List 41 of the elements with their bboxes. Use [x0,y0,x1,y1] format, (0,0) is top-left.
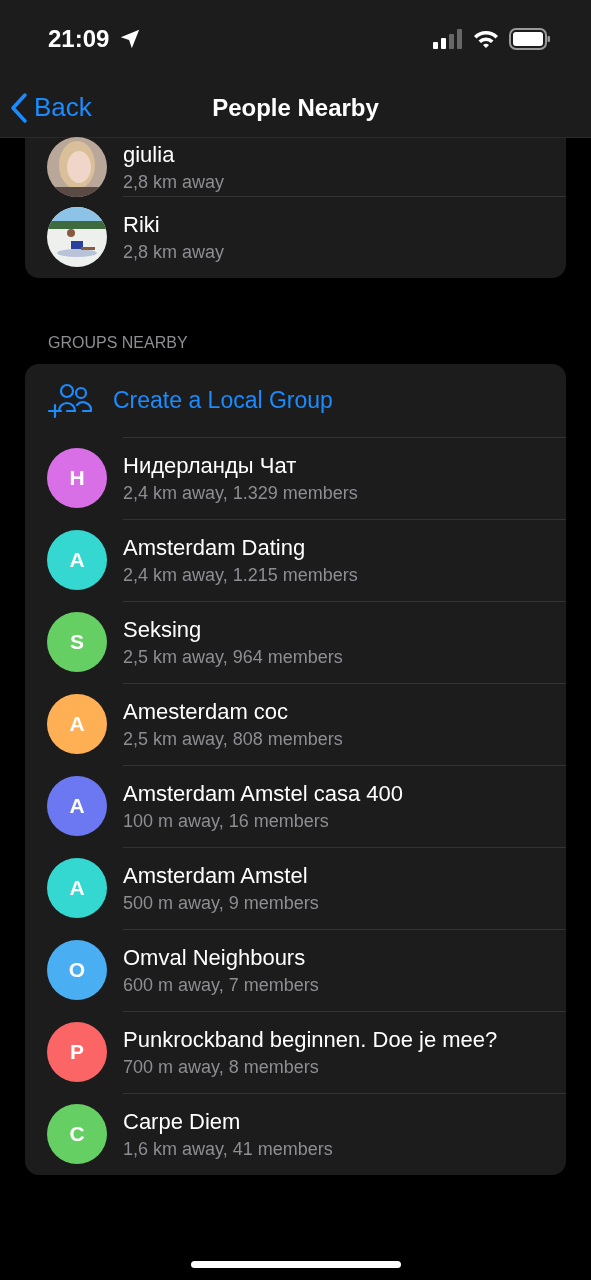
group-avatar: A [47,530,107,590]
group-info: 2,5 km away, 808 members [123,729,344,750]
group-avatar: O [47,940,107,1000]
person-name: giulia [123,141,176,168]
location-arrow-icon [119,28,142,50]
chevron-left-icon [10,91,28,124]
battery-icon [509,28,551,50]
group-name[interactable]: Amsterdam Dating [123,535,566,561]
group-info: 500 m away, 9 members [123,893,320,914]
group-avatar: C [47,1104,107,1164]
group-name[interactable]: Seksing [123,617,566,643]
group-avatar: A [47,694,107,754]
group-name[interactable]: Amesterdam coc [123,699,566,725]
person-name: Riki [123,212,161,238]
section-header: GROUPS NEARBY [48,334,189,352]
person-distance: 2,8 km away [123,171,226,193]
group-name[interactable]: Amsterdam Amstel casa 400 [123,781,566,807]
signal-icon [433,29,463,49]
group-info: 2,4 km away, 1.215 members [123,565,359,586]
create-group-link[interactable]: Create a Local Group [113,387,333,414]
screen-title: People Nearby [212,93,379,122]
back-button[interactable]: Back [10,91,92,124]
group-info: 2,5 km away, 964 members [123,647,344,668]
group-avatar: P [47,1022,107,1082]
group-info: 2,4 km away, 1.329 members [123,483,359,504]
group-name[interactable]: Carpe Diem [123,1109,566,1135]
status-time: 21:09 [48,25,110,53]
group-info: 700 m away, 8 members [123,1057,320,1078]
group-name[interactable]: Omval Neighbours [123,945,566,971]
person-distance: 2,8 km away [123,242,226,263]
group-info: 100 m away, 16 members [123,811,330,832]
wifi-icon [473,29,499,49]
group-info: 1,6 km away, 41 members [123,1139,334,1160]
group-avatar: H [47,448,107,508]
group-avatar: A [47,858,107,918]
group-info: 600 m away, 7 members [123,975,320,996]
group-name[interactable]: Amsterdam Amstel [123,863,566,889]
group-avatar: A [47,776,107,836]
group-name[interactable]: Punkrockband beginnen. Doe je mee? [123,1027,566,1053]
group-avatar: S [47,612,107,672]
group-name[interactable]: Нидерланды Чат [123,453,566,479]
